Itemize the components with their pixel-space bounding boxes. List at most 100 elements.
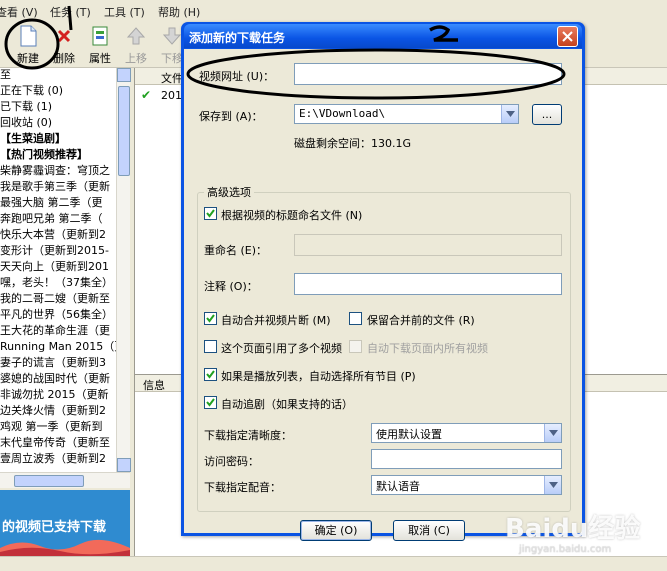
watermark-url: jingyan.baidu.com <box>519 544 612 555</box>
menu-task[interactable]: 任务 (T) <box>50 4 91 20</box>
sidebar-item[interactable]: 末代皇帝传奇（更新至 <box>0 435 116 451</box>
sidebar-item[interactable]: 王大花的革命生涯（更 <box>0 323 116 339</box>
menu-help[interactable]: 帮助 (H) <box>158 4 200 20</box>
auto-follow-checkbox[interactable] <box>204 396 217 409</box>
resolution-select[interactable]: 使用默认设置 <box>371 423 562 443</box>
multi-video-checkbox[interactable] <box>204 340 217 353</box>
save-to-value: E:\VDownload\ <box>299 107 386 120</box>
delete-label: 删除 <box>53 52 75 65</box>
note-input[interactable] <box>294 273 562 295</box>
properties-button[interactable]: 属性 <box>82 25 118 67</box>
sidebar-item[interactable]: 边关烽火情（更新到2 <box>0 403 116 419</box>
properties-icon <box>92 26 108 46</box>
dialog-body: 视频网址 (U)： 保存到 (A)： E:\VDownload\ ... 磁盘剩… <box>184 49 582 541</box>
password-input[interactable] <box>371 449 562 469</box>
dub-select[interactable]: 默认语音 <box>371 475 562 495</box>
move-up-label: 上移 <box>125 52 147 65</box>
sidebar-item[interactable]: 回收站 (0) <box>0 115 116 131</box>
sidebar-item[interactable]: 鸡观 第一季（更新到 <box>0 419 116 435</box>
resolution-value: 使用默认设置 <box>376 428 442 441</box>
save-to-dropdown-button[interactable] <box>501 105 518 123</box>
sidebar-item[interactable]: 【生菜追剧】 <box>0 131 116 147</box>
horizontal-scroll-thumb[interactable] <box>14 475 84 487</box>
chevron-down-icon <box>549 430 558 436</box>
category-tree: 至正在下载 (0) 已下载 (1) 回收站 (0) 【生菜追剧】 【热门视频推荐】 柴静雾… <box>0 68 130 472</box>
video-url-label: 视频网址 (U)： <box>199 70 275 83</box>
delete-button[interactable]: 删除 <box>46 25 82 67</box>
scroll-down-arrow[interactable] <box>117 458 131 472</box>
sidebar-item[interactable]: 非诚勿扰 2015（更新 <box>0 387 116 403</box>
sidebar-item[interactable]: 【热门视频推荐】 <box>0 147 116 163</box>
banner-wave-graphic <box>0 539 130 556</box>
note-label: 注释 (O)： <box>204 280 258 293</box>
sidebar-item[interactable]: 婆媳的战国时代（更新 <box>0 371 116 387</box>
scroll-thumb[interactable] <box>118 86 130 176</box>
resolution-label: 下载指定清晰度： <box>204 429 292 442</box>
video-url-input[interactable] <box>294 63 562 85</box>
close-button[interactable] <box>557 26 578 47</box>
cancel-button[interactable]: 取消 (C) <box>393 520 465 541</box>
name-by-title-checkbox[interactable] <box>204 207 217 220</box>
auto-merge-label: 自动合并视频片断 (M) <box>221 314 331 327</box>
resolution-dropdown-button[interactable] <box>544 424 561 442</box>
sidebar-item[interactable]: 已下载 (1) <box>0 99 116 115</box>
menu-view[interactable]: 查看 (V) <box>0 4 38 20</box>
save-to-combobox[interactable]: E:\VDownload\ <box>294 104 519 124</box>
sidebar-item[interactable]: 我的二哥二嫂（更新至 <box>0 291 116 307</box>
delete-icon <box>57 29 71 43</box>
keep-before-merge-checkbox[interactable] <box>349 312 362 325</box>
rename-label: 重命名 (E)： <box>204 244 268 257</box>
disk-space-text: 磁盘剩余空间：130.1G <box>294 137 412 150</box>
save-to-label: 保存到 (A)： <box>199 110 263 123</box>
chevron-down-icon <box>549 482 558 488</box>
sidebar-item[interactable]: 快乐大本营（更新到2 <box>0 227 116 243</box>
move-up-button[interactable]: 上移 <box>118 25 154 67</box>
name-by-title-label: 根据视频的标题命名文件 (N) <box>221 209 363 222</box>
add-download-dialog: 添加新的下载任务 视频网址 (U)： 保存到 (A)： E:\VDownload… <box>181 22 585 541</box>
auto-merge-checkbox[interactable] <box>204 312 217 325</box>
banner-text: 的视频已支持下载 <box>2 520 107 535</box>
tree-vertical-scrollbar[interactable] <box>116 68 131 472</box>
check-icon: ✔ <box>141 88 152 102</box>
sidebar-item[interactable]: 柴静雾霾调查：穹顶之 <box>0 163 116 179</box>
sidebar-item[interactable]: 奔跑吧兄弟 第二季（ <box>0 211 116 227</box>
dub-label: 下载指定配音： <box>204 481 281 494</box>
multi-video-label: 这个页面引用了多个视频 <box>221 342 342 355</box>
sidebar-item[interactable]: 至 <box>0 68 116 83</box>
new-task-button[interactable]: 新建 <box>10 25 46 67</box>
sidebar-item[interactable]: 嘿，老头！（37集全） <box>0 275 116 291</box>
sidebar-item[interactable]: 我是歌手第三季（更新 <box>0 179 116 195</box>
password-label: 访问密码： <box>204 455 259 468</box>
sidebar-item[interactable]: 平凡的世界（56集全） <box>0 307 116 323</box>
watermark-brand: Baidu经验 <box>505 514 641 544</box>
auto-follow-label: 自动追剧（如果支持的话） <box>221 398 353 411</box>
dub-dropdown-button[interactable] <box>544 476 561 494</box>
sidebar-item[interactable]: 最强大脑 第二季（更 <box>0 195 116 211</box>
sidebar-item[interactable]: 壹周立波秀（更新到2 <box>0 451 116 467</box>
browse-button[interactable]: ... <box>532 104 562 125</box>
row-file-cell: 201 <box>161 89 182 102</box>
sidebar-item[interactable]: 妻子的谎言（更新到3 <box>0 355 116 371</box>
sidebar-item[interactable]: 天天向上（更新到201 <box>0 259 116 275</box>
status-bar <box>0 556 667 571</box>
sidebar-item[interactable]: 变形计（更新到2015- <box>0 243 116 259</box>
column-file[interactable]: 文件 <box>161 70 183 86</box>
rename-input[interactable] <box>294 234 562 256</box>
new-task-label: 新建 <box>17 52 39 65</box>
sidebar-item[interactable]: 正在下载 (0) <box>0 83 116 99</box>
sidebar-item[interactable]: Running Man 2015（更 <box>0 339 116 355</box>
dialog-title: 添加新的下载任务 <box>189 31 286 45</box>
dub-value: 默认语音 <box>376 480 420 493</box>
auto-download-all-checkbox[interactable] <box>349 340 362 353</box>
promo-banner[interactable]: 的视频已支持下载 <box>0 490 130 556</box>
scroll-up-arrow[interactable] <box>117 68 131 82</box>
new-file-icon <box>20 25 37 47</box>
playlist-checkbox[interactable] <box>204 368 217 381</box>
auto-download-all-label: 自动下载页面内所有视频 <box>367 342 488 355</box>
ok-button[interactable]: 确定 (O) <box>300 520 372 541</box>
dialog-title-bar[interactable]: 添加新的下载任务 <box>184 24 582 48</box>
menu-tools[interactable]: 工具 (T) <box>104 4 145 20</box>
playlist-label: 如果是播放列表，自动选择所有节目 (P) <box>221 370 416 383</box>
tree-horizontal-scrollbar[interactable] <box>0 472 130 488</box>
properties-label: 属性 <box>89 52 111 65</box>
